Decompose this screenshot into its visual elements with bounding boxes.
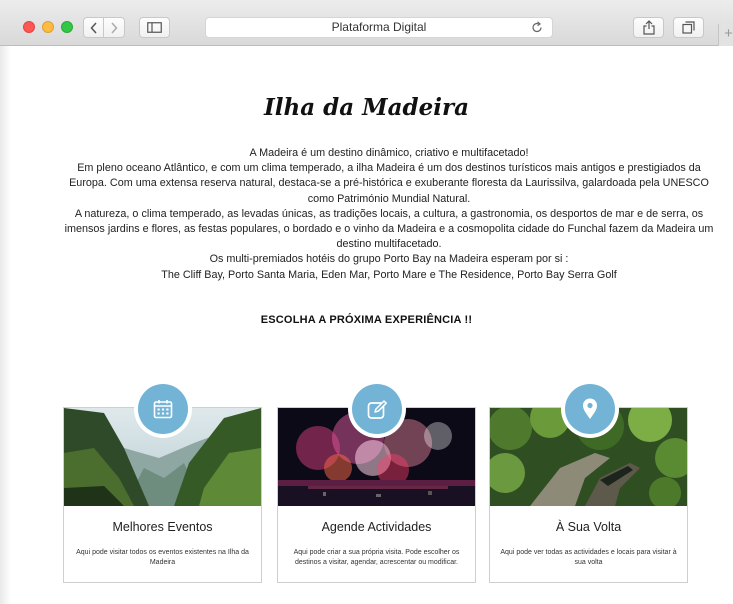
- show-tabs-button[interactable]: [673, 17, 704, 38]
- forward-button[interactable]: [104, 17, 125, 38]
- page-title: Ilha da Madeira: [264, 94, 469, 121]
- location-pin-icon: [583, 398, 597, 419]
- card-description: Aqui pode ver todas as actividades e loc…: [500, 549, 677, 566]
- choose-experience-heading: ESCOLHA A PRÓXIMA EXPERIÊNCIA !!: [260, 314, 473, 326]
- events-badge[interactable]: [134, 380, 192, 438]
- schedule-badge[interactable]: [348, 380, 406, 438]
- card-title: Agende Actividades: [321, 520, 432, 534]
- card-title: Melhores Eventos: [112, 520, 213, 534]
- chevron-right-icon: [111, 21, 118, 34]
- intro-line: A Madeira é um destino dinâmico, criativ…: [249, 147, 529, 159]
- page-url-title: Plataforma Digital: [331, 20, 427, 34]
- card-title: À Sua Volta: [555, 520, 622, 534]
- close-window-button[interactable]: [23, 21, 35, 33]
- share-button[interactable]: [633, 17, 664, 38]
- chevron-left-icon: [89, 21, 97, 34]
- card-description: Aqui pode visitar todos os eventos exist…: [76, 549, 249, 566]
- browser-toolbar: Plataforma Digital +: [0, 0, 733, 46]
- calendar-icon: [153, 400, 173, 419]
- card-description: Aqui pode criar a sua própria visita. Po…: [293, 549, 460, 566]
- address-bar[interactable]: Plataforma Digital: [205, 17, 553, 38]
- back-button[interactable]: [83, 17, 104, 38]
- intro-line: A natureza, o clima temperado, as levada…: [64, 207, 714, 251]
- tabs-overview-icon: [682, 21, 695, 34]
- sidebar-icon: [147, 22, 162, 33]
- share-icon: [642, 20, 655, 35]
- intro-line: Em pleno oceano Atlântico, e com um clim…: [69, 162, 709, 205]
- reload-icon[interactable]: [531, 21, 543, 34]
- nearby-badge[interactable]: [561, 380, 619, 438]
- minimize-window-button[interactable]: [42, 21, 54, 33]
- new-tab-button[interactable]: +: [718, 24, 733, 46]
- intro-text: A Madeira é um destino dinâmico, criativ…: [58, 146, 720, 283]
- intro-line: The Cliff Bay, Porto Santa Maria, Eden M…: [161, 268, 617, 281]
- zoom-window-button[interactable]: [61, 21, 73, 33]
- sidebar-toggle-button[interactable]: [139, 17, 170, 38]
- intro-line: Os multi-premiados hotéis do grupo Porto…: [209, 253, 569, 266]
- edit-icon: [367, 399, 387, 419]
